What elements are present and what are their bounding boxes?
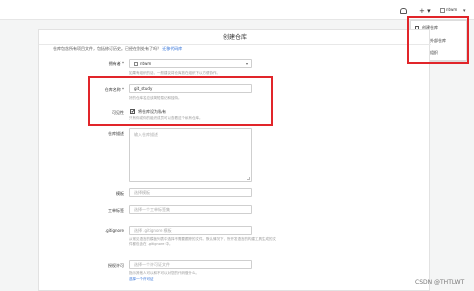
issue-labels-select[interactable]: 选择一个工单标签集 bbox=[129, 205, 252, 214]
gitignore-help: 从常见语言的模板列表中选择不需要跟踪的文件。默认情况下，所开发语言的构建工具生成… bbox=[129, 237, 276, 246]
owner-select[interactable]: ntwm ▾ bbox=[129, 59, 252, 68]
resize-handle-icon[interactable] bbox=[247, 177, 250, 180]
annotation-highlight-dropdown bbox=[407, 16, 469, 64]
gitignore-select[interactable]: 选择 .gitignore 模板 bbox=[129, 226, 252, 235]
choose-license-link[interactable]: 选择一个许可证 bbox=[129, 277, 154, 282]
top-navbar: + ▾ ntwm ▾ bbox=[0, 0, 474, 20]
chevron-down-icon: ▾ bbox=[245, 61, 248, 66]
owner-label: 拥有者 * bbox=[108, 61, 124, 66]
user-avatar[interactable] bbox=[440, 8, 445, 13]
description-label: 仓库描述 bbox=[108, 131, 124, 136]
owner-avatar bbox=[134, 62, 138, 66]
user-menu-caret-icon[interactable]: ▾ bbox=[463, 8, 466, 14]
annotation-highlight-form bbox=[88, 76, 273, 126]
page-title: 创建仓库 bbox=[39, 30, 431, 45]
issue-labels-label: 工单标签 bbox=[108, 208, 124, 213]
description-textarea[interactable]: 输入仓库描述 bbox=[129, 128, 252, 182]
intro-text: 仓库包含所有项目文件，包括修订历史。已经在别处有了吗？ 迁移代码库 bbox=[53, 46, 183, 51]
template-select[interactable]: 选择模板 bbox=[129, 188, 252, 197]
watermark: CSDN @THTLWT bbox=[415, 279, 465, 286]
license-label: 授权许可 bbox=[108, 263, 124, 268]
gitignore-label: .gitignore bbox=[104, 228, 124, 233]
notification-bell-icon[interactable] bbox=[400, 8, 407, 14]
license-help: 指示其他人可以和不可以对您的代码做什么。 bbox=[129, 271, 199, 275]
migrate-link[interactable]: 迁移代码库 bbox=[162, 46, 182, 51]
user-name[interactable]: ntwm bbox=[446, 7, 457, 12]
template-label: 模板 bbox=[116, 191, 124, 196]
create-menu-button[interactable]: + ▾ bbox=[419, 7, 433, 16]
license-select[interactable]: 选择一个许可证文件 bbox=[129, 260, 252, 269]
